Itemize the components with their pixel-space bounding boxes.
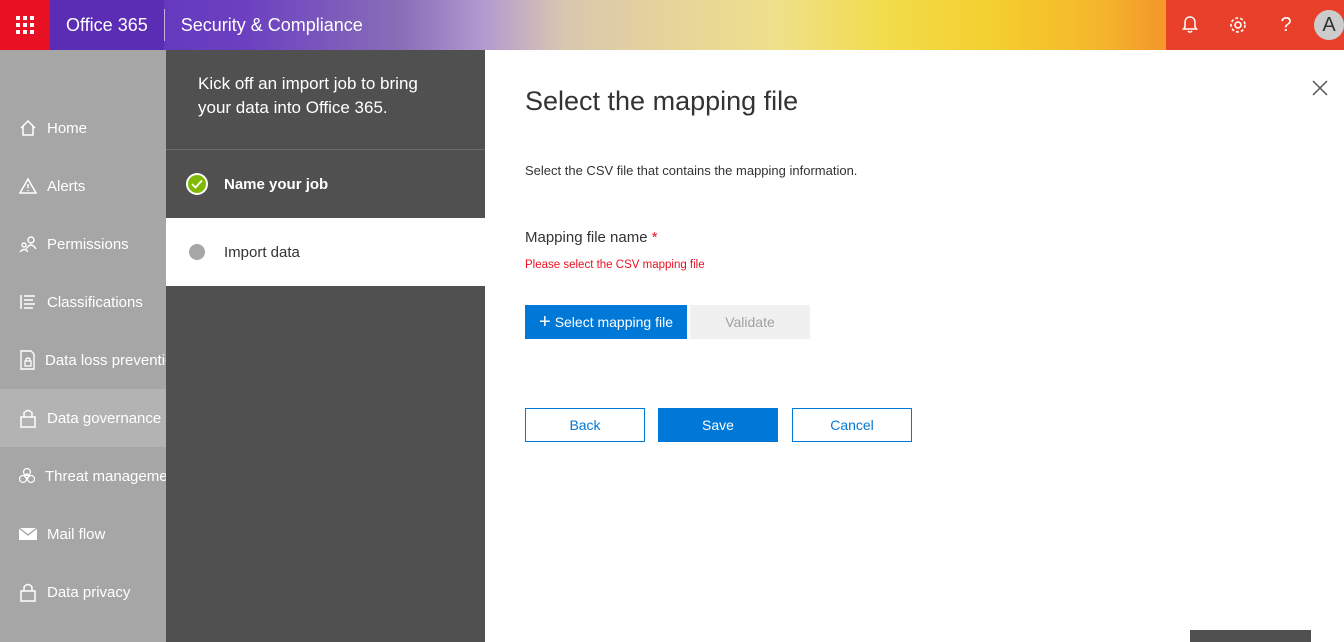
notifications-button[interactable] (1166, 0, 1214, 50)
avatar[interactable]: A (1314, 10, 1344, 40)
biohazard-icon (18, 467, 36, 484)
wizard-step-name-your-job[interactable]: Name your job (166, 150, 485, 218)
page-title: Select the mapping file (525, 86, 799, 116)
wizard-steps-panel: Kick off an import job to bring your dat… (166, 50, 485, 642)
mail-icon (18, 527, 38, 540)
nav-item-label: Threat management (45, 467, 166, 485)
nav-item-home[interactable]: Home (0, 99, 166, 157)
help-icon: ? (1280, 13, 1292, 36)
required-mark: * (651, 229, 658, 246)
select-mapping-file-button[interactable]: + Select mapping file (525, 305, 687, 339)
list-icon (20, 295, 35, 309)
validation-error: Please select the CSV mapping file (525, 259, 705, 271)
validate-button[interactable]: Validate (690, 305, 810, 339)
nav-item-label: Data privacy (47, 583, 131, 601)
nav-item-alerts[interactable]: Alerts (0, 157, 166, 215)
nav-item-label: Alerts (47, 177, 86, 195)
wizard-step-import-data[interactable]: Import data (166, 218, 485, 286)
alert-icon (19, 177, 37, 194)
step-label: Name your job (224, 175, 329, 193)
app-launcher-button[interactable] (0, 0, 50, 50)
nav-item-data-governance[interactable]: Data governance (0, 389, 166, 447)
plus-icon: + (539, 311, 551, 333)
lock-document-icon (20, 350, 35, 370)
people-icon (19, 236, 37, 253)
left-nav: Home Alerts Permissions Classifications … (0, 50, 166, 642)
nav-item-threat-management[interactable]: Threat management (0, 447, 166, 505)
nav-item-data-loss-prevention[interactable]: Data loss prevention (0, 331, 166, 389)
nav-item-permissions[interactable]: Permissions (0, 215, 166, 273)
back-button[interactable]: Back (525, 408, 645, 442)
step-complete-icon (186, 173, 208, 195)
select-mapping-file-label: Select mapping file (554, 314, 673, 330)
lock-icon (20, 583, 36, 602)
bell-icon (1182, 16, 1198, 33)
wizard-content: Select the mapping file Select the CSV f… (485, 50, 1344, 642)
brand-link[interactable]: Office 365 (50, 0, 164, 50)
save-button[interactable]: Save (658, 408, 778, 442)
nav-item-label: Data loss prevention (45, 351, 166, 369)
app-title[interactable]: Security & Compliance (165, 0, 379, 50)
close-button[interactable] (1310, 78, 1330, 98)
nav-item-mail-flow[interactable]: Mail flow (0, 505, 166, 563)
lock-icon (20, 409, 36, 428)
step-label: Import data (224, 243, 300, 261)
waffle-icon (16, 16, 34, 34)
help-button[interactable]: ? (1262, 0, 1310, 50)
footer-edge (1190, 630, 1311, 642)
close-icon (1312, 80, 1328, 96)
nav-item-label: Data governance (47, 409, 162, 427)
top-bar: Office 365 Security & Compliance ? A (0, 0, 1344, 50)
step-current-icon (186, 241, 208, 263)
wizard-header: Kick off an import job to bring your dat… (166, 50, 485, 150)
nav-item-data-privacy[interactable]: Data privacy (0, 563, 166, 621)
nav-item-label: Mail flow (47, 525, 106, 543)
nav-item-label: Home (47, 119, 88, 137)
settings-button[interactable] (1214, 0, 1262, 50)
home-icon (20, 119, 36, 136)
mapping-file-label: Mapping file name * (525, 229, 658, 246)
field-label-text: Mapping file name (525, 229, 648, 246)
top-right-tools: ? A (1166, 0, 1344, 50)
cancel-button[interactable]: Cancel (792, 408, 912, 442)
nav-item-classifications[interactable]: Classifications (0, 273, 166, 331)
nav-item-label: Classifications (47, 293, 143, 311)
nav-item-label: Permissions (47, 235, 129, 253)
gear-icon (1230, 17, 1246, 33)
page-description: Select the CSV file that contains the ma… (525, 163, 858, 178)
